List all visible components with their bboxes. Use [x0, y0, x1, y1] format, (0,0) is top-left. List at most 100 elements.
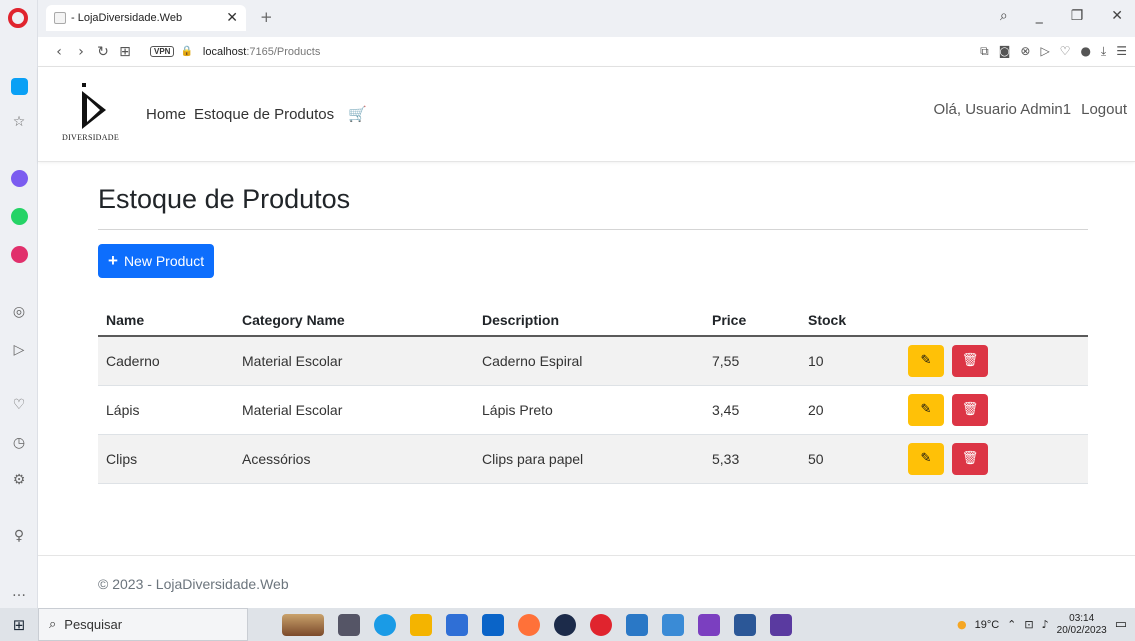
lock-icon: 🔒	[180, 46, 193, 57]
cortana-icon[interactable]	[554, 613, 576, 636]
task-view-icon[interactable]	[338, 613, 360, 636]
table-header-row: Name Category Name Description Price Sto…	[98, 304, 1088, 337]
easy-setup-icon[interactable]: ☰	[1116, 44, 1127, 59]
windows-start-icon[interactable]: ⊞	[0, 616, 38, 634]
maximize-icon[interactable]: ❐	[1071, 8, 1084, 24]
weather-icon[interactable]: ●	[957, 618, 967, 631]
snapshot-icon[interactable]: ⧉	[980, 44, 989, 59]
adblock-icon[interactable]: ⊗	[1020, 44, 1030, 59]
file-explorer-icon[interactable]	[410, 613, 432, 636]
settings-gear-icon[interactable]: ⚙	[9, 470, 29, 490]
back-icon[interactable]: ‹	[48, 44, 70, 60]
title-divider	[98, 229, 1088, 230]
whatsapp-icon[interactable]	[9, 206, 29, 226]
taskbar-apps	[282, 613, 792, 636]
terminal-icon[interactable]	[770, 613, 792, 636]
network-icon[interactable]: ⊡	[1024, 618, 1033, 631]
new-tab-icon[interactable]: +	[260, 8, 273, 26]
reload-icon[interactable]: ↻	[92, 44, 114, 60]
clock[interactable]: 03:14 20/02/2023	[1057, 613, 1107, 637]
heart-icon[interactable]: ♡	[9, 395, 29, 415]
cell-name: Lápis	[98, 385, 234, 435]
system-tray: ● 19°C ⌃ ⊡ ♪ 03:14 20/02/2023 ▭	[957, 613, 1135, 637]
cell-price: 5,33	[704, 434, 800, 484]
photos-icon[interactable]	[626, 613, 648, 636]
messenger-icon[interactable]	[9, 168, 29, 188]
address-bar-tools: ⧉ ◙ ⊗ ▷ ♡ ● ⤓ ☰	[980, 44, 1127, 59]
word-icon[interactable]	[734, 613, 756, 636]
delete-button[interactable]: 🗑	[952, 393, 988, 426]
cart-icon[interactable]: 🛒	[348, 105, 367, 123]
footer-copyright: © 2023 - LojaDiversidade.Web	[98, 576, 289, 592]
tray-chevron-icon[interactable]: ⌃	[1007, 618, 1016, 631]
column-header-price: Price	[704, 304, 800, 337]
cell-actions: ✎ 🗑	[900, 385, 1088, 435]
nav-home-link[interactable]: Home	[146, 106, 186, 123]
edit-icon: ✎	[920, 353, 932, 369]
mail-icon[interactable]	[482, 613, 504, 636]
edit-button[interactable]: ✎	[908, 442, 944, 475]
url-path: :7165/Products	[246, 45, 321, 58]
more-dots-icon[interactable]: …	[9, 582, 29, 602]
main-nav: Home Estoque de Produtos 🛒	[146, 105, 367, 123]
download-icon[interactable]: ⤓	[1101, 44, 1106, 59]
url-field[interactable]: localhost:7165/Products	[203, 46, 320, 58]
tips-lightbulb-icon[interactable]: ♀	[9, 526, 29, 546]
site-header: DIVERSIDADE Home Estoque de Produtos 🛒 O…	[38, 67, 1135, 162]
user-greeting[interactable]: Olá, Usuario Admin1	[934, 101, 1072, 118]
store-icon[interactable]	[446, 613, 468, 636]
window-controls: ⌕ _ ❐ ✕	[1000, 8, 1123, 24]
minimize-icon[interactable]: _	[1036, 8, 1043, 24]
vscode-icon[interactable]	[662, 613, 684, 636]
new-product-button[interactable]: + New Product	[98, 244, 215, 278]
taskbar-search[interactable]: ⌕ Pesquisar	[38, 608, 248, 641]
bookmarks-star-icon[interactable]: ☆	[9, 112, 29, 132]
column-header-stock: Stock	[800, 304, 900, 337]
instagram-icon[interactable]	[9, 244, 29, 264]
cell-description: Clips para papel	[474, 434, 704, 484]
history-clock-icon[interactable]: ◷	[9, 433, 29, 453]
flow-icon[interactable]: ▷	[1040, 44, 1049, 59]
tab-close-icon[interactable]: ✕	[226, 10, 238, 26]
column-header-actions	[900, 304, 1088, 337]
send-icon[interactable]: ▷	[9, 340, 29, 360]
edit-icon: ✎	[920, 402, 932, 417]
profile-avatar-icon[interactable]: ●	[1080, 44, 1090, 59]
camera-icon[interactable]: ◙	[999, 44, 1011, 59]
clock-time: 03:14	[1069, 612, 1095, 624]
player-icon[interactable]: ◎	[9, 302, 29, 322]
tab-title: - LojaDiversidade.Web	[71, 12, 183, 24]
search-tabs-icon[interactable]: ⌕	[1000, 8, 1008, 24]
opera-taskbar-icon[interactable]	[590, 613, 612, 636]
cell-price: 3,45	[704, 385, 800, 435]
delete-button[interactable]: 🗑	[952, 442, 988, 475]
edit-button[interactable]: ✎	[908, 344, 944, 377]
volume-icon[interactable]: ♪	[1042, 618, 1049, 631]
tab-grid-icon[interactable]: ⊞	[114, 44, 136, 60]
nav-stock-link[interactable]: Estoque de Produtos	[194, 106, 334, 123]
edge-browser-icon[interactable]	[374, 613, 396, 636]
cell-category: Material Escolar	[234, 385, 474, 435]
logout-link[interactable]: Logout	[1081, 101, 1127, 118]
trash-icon: 🗑	[961, 451, 979, 466]
cell-description: Caderno Espiral	[474, 336, 704, 386]
edit-icon: ✎	[920, 451, 932, 466]
cell-name: Clips	[98, 434, 234, 484]
cell-actions: ✎ 🗑	[900, 336, 1088, 386]
visual-studio-icon[interactable]	[698, 613, 720, 636]
notifications-icon[interactable]: ▭	[1115, 617, 1127, 632]
brand-logo[interactable]: DIVERSIDADE	[62, 83, 124, 145]
close-window-icon[interactable]: ✕	[1111, 8, 1123, 24]
browser-tab[interactable]: - LojaDiversidade.Web ✕	[46, 5, 246, 31]
cell-stock: 10	[800, 336, 900, 386]
favorites-heart-icon[interactable]: ♡	[1060, 44, 1071, 59]
vpn-badge[interactable]: VPN	[150, 46, 175, 57]
firefox-icon[interactable]	[518, 613, 540, 636]
temperature[interactable]: 19°C	[975, 619, 1000, 631]
speed-dial-icon[interactable]	[9, 76, 29, 96]
forward-icon[interactable]: ›	[70, 44, 92, 60]
delete-button[interactable]: 🗑	[952, 344, 988, 377]
opera-logo-icon[interactable]	[8, 8, 28, 28]
news-widget-icon[interactable]	[282, 613, 324, 636]
edit-button[interactable]: ✎	[908, 393, 944, 426]
